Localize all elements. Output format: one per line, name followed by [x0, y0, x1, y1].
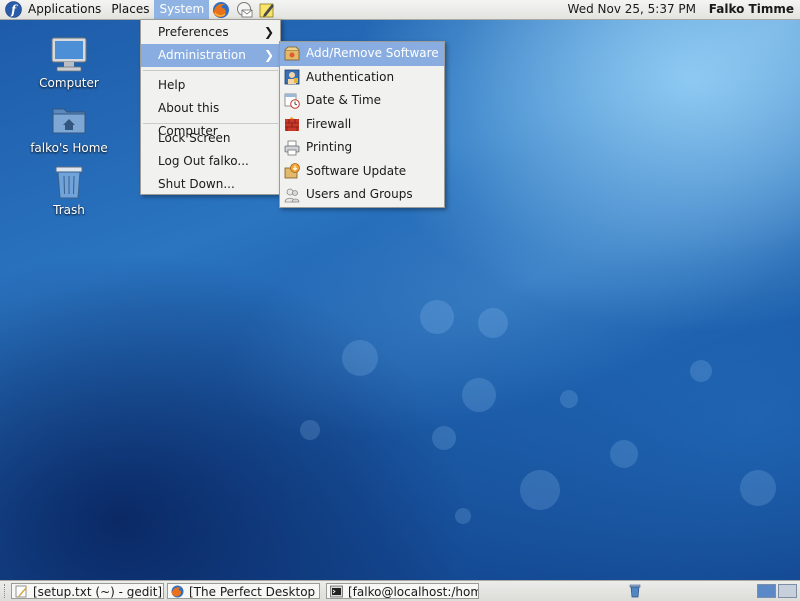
taskbar-label: [falko@localhost:/hom...	[348, 585, 479, 599]
taskbar-button-terminal[interactable]: [falko@localhost:/hom...	[326, 583, 479, 599]
firefox-icon	[171, 585, 184, 598]
menu-item-log-out[interactable]: Log Out falko...	[141, 150, 280, 173]
taskbar-button-gedit[interactable]: [setup.txt (~) - gedit]	[11, 583, 164, 599]
firewall-icon	[284, 116, 300, 132]
menu-item-help[interactable]: Help	[141, 74, 280, 97]
user-switcher[interactable]: Falko Timme	[709, 0, 794, 19]
chevron-right-icon: ❯	[263, 25, 274, 39]
menu-item-firewall[interactable]: Firewall	[280, 113, 444, 137]
text-editor-launcher-icon[interactable]	[257, 0, 276, 19]
desktop-icon-label: Trash	[53, 203, 85, 217]
applications-menu[interactable]: Applications	[23, 0, 106, 19]
menu-item-label: Authentication	[306, 69, 395, 84]
trash-icon	[49, 163, 89, 201]
home-folder-icon	[49, 101, 89, 139]
update-icon	[284, 163, 300, 179]
menu-item-label: Firewall	[306, 116, 352, 131]
terminal-icon	[330, 585, 343, 598]
top-panel: f Applications Places System Wed Nov 25,…	[0, 0, 800, 20]
taskbar-button-firefox[interactable]: [The Perfect Desktop -...	[167, 583, 320, 599]
places-menu[interactable]: Places	[106, 0, 154, 19]
menu-item-label: Help	[158, 78, 186, 92]
menu-item-label: Printing	[306, 140, 353, 154]
clock[interactable]: Wed Nov 25, 5:37 PM	[568, 0, 696, 19]
menu-item-label: Add/Remove Software	[306, 46, 439, 60]
menu-item-label: Preferences	[158, 25, 229, 39]
system-menu[interactable]: System	[154, 0, 210, 19]
menu-item-label: Date & Time	[306, 93, 382, 107]
firefox-launcher-icon[interactable]	[211, 0, 230, 19]
taskbar-label: [The Perfect Desktop -...	[189, 585, 319, 599]
menu-item-lock-screen[interactable]: Lock Screen	[141, 127, 280, 150]
desktop-icon-computer[interactable]: Computer	[24, 36, 114, 90]
trash-applet-icon[interactable]	[628, 584, 642, 598]
computer-icon	[49, 36, 89, 74]
menu-item-users-groups[interactable]: Users and Groups	[280, 183, 444, 207]
desktop-icon-label: falko's Home	[30, 141, 108, 155]
menu-separator	[143, 70, 278, 71]
bottom-panel: [setup.txt (~) - gedit] [The Perfect Des…	[0, 580, 800, 601]
taskbar-label: [setup.txt (~) - gedit]	[33, 585, 163, 599]
desktop-icon-trash[interactable]: Trash	[24, 163, 114, 217]
menu-item-label: Log Out falko...	[158, 154, 249, 168]
menu-item-add-remove-software[interactable]: Add/Remove Software	[280, 42, 444, 66]
mail-launcher-icon[interactable]	[234, 0, 253, 19]
chevron-right-icon: ❯	[263, 48, 274, 62]
menu-item-label: Users and Groups	[306, 187, 413, 201]
users-icon	[284, 187, 300, 203]
clock-icon	[284, 93, 300, 109]
administration-submenu: Add/Remove Software Authentication Date …	[279, 41, 445, 208]
menu-item-shut-down[interactable]: Shut Down...	[141, 173, 280, 196]
menu-item-preferences[interactable]: Preferences ❯	[141, 21, 280, 44]
menu-item-administration[interactable]: Administration ❯	[141, 44, 280, 67]
fedora-logo-icon[interactable]: f	[4, 0, 23, 19]
menu-item-label: Lock Screen	[158, 131, 231, 145]
package-icon	[284, 46, 300, 62]
menu-item-about[interactable]: About this Computer	[141, 97, 280, 138]
printer-icon	[284, 140, 300, 156]
menu-item-software-update[interactable]: Software Update	[280, 160, 444, 184]
workspace-1[interactable]	[757, 584, 776, 598]
menu-item-label: Administration	[158, 48, 246, 62]
menu-item-label: Software Update	[306, 163, 407, 178]
menu-item-printing[interactable]: Printing	[280, 136, 444, 160]
system-dropdown-menu: Preferences ❯ Administration ❯ Help Abou…	[140, 19, 281, 195]
text-editor-icon	[15, 585, 28, 598]
menu-item-label: Shut Down...	[158, 177, 235, 191]
workspace-2[interactable]	[778, 584, 797, 598]
desktop-icon-home[interactable]: falko's Home	[24, 101, 114, 155]
show-desktop-handle[interactable]	[4, 584, 8, 598]
menu-item-authentication[interactable]: Authentication	[280, 66, 444, 90]
authentication-icon	[284, 69, 300, 85]
desktop-icon-label: Computer	[39, 76, 99, 90]
menu-item-date-time[interactable]: Date & Time	[280, 89, 444, 113]
